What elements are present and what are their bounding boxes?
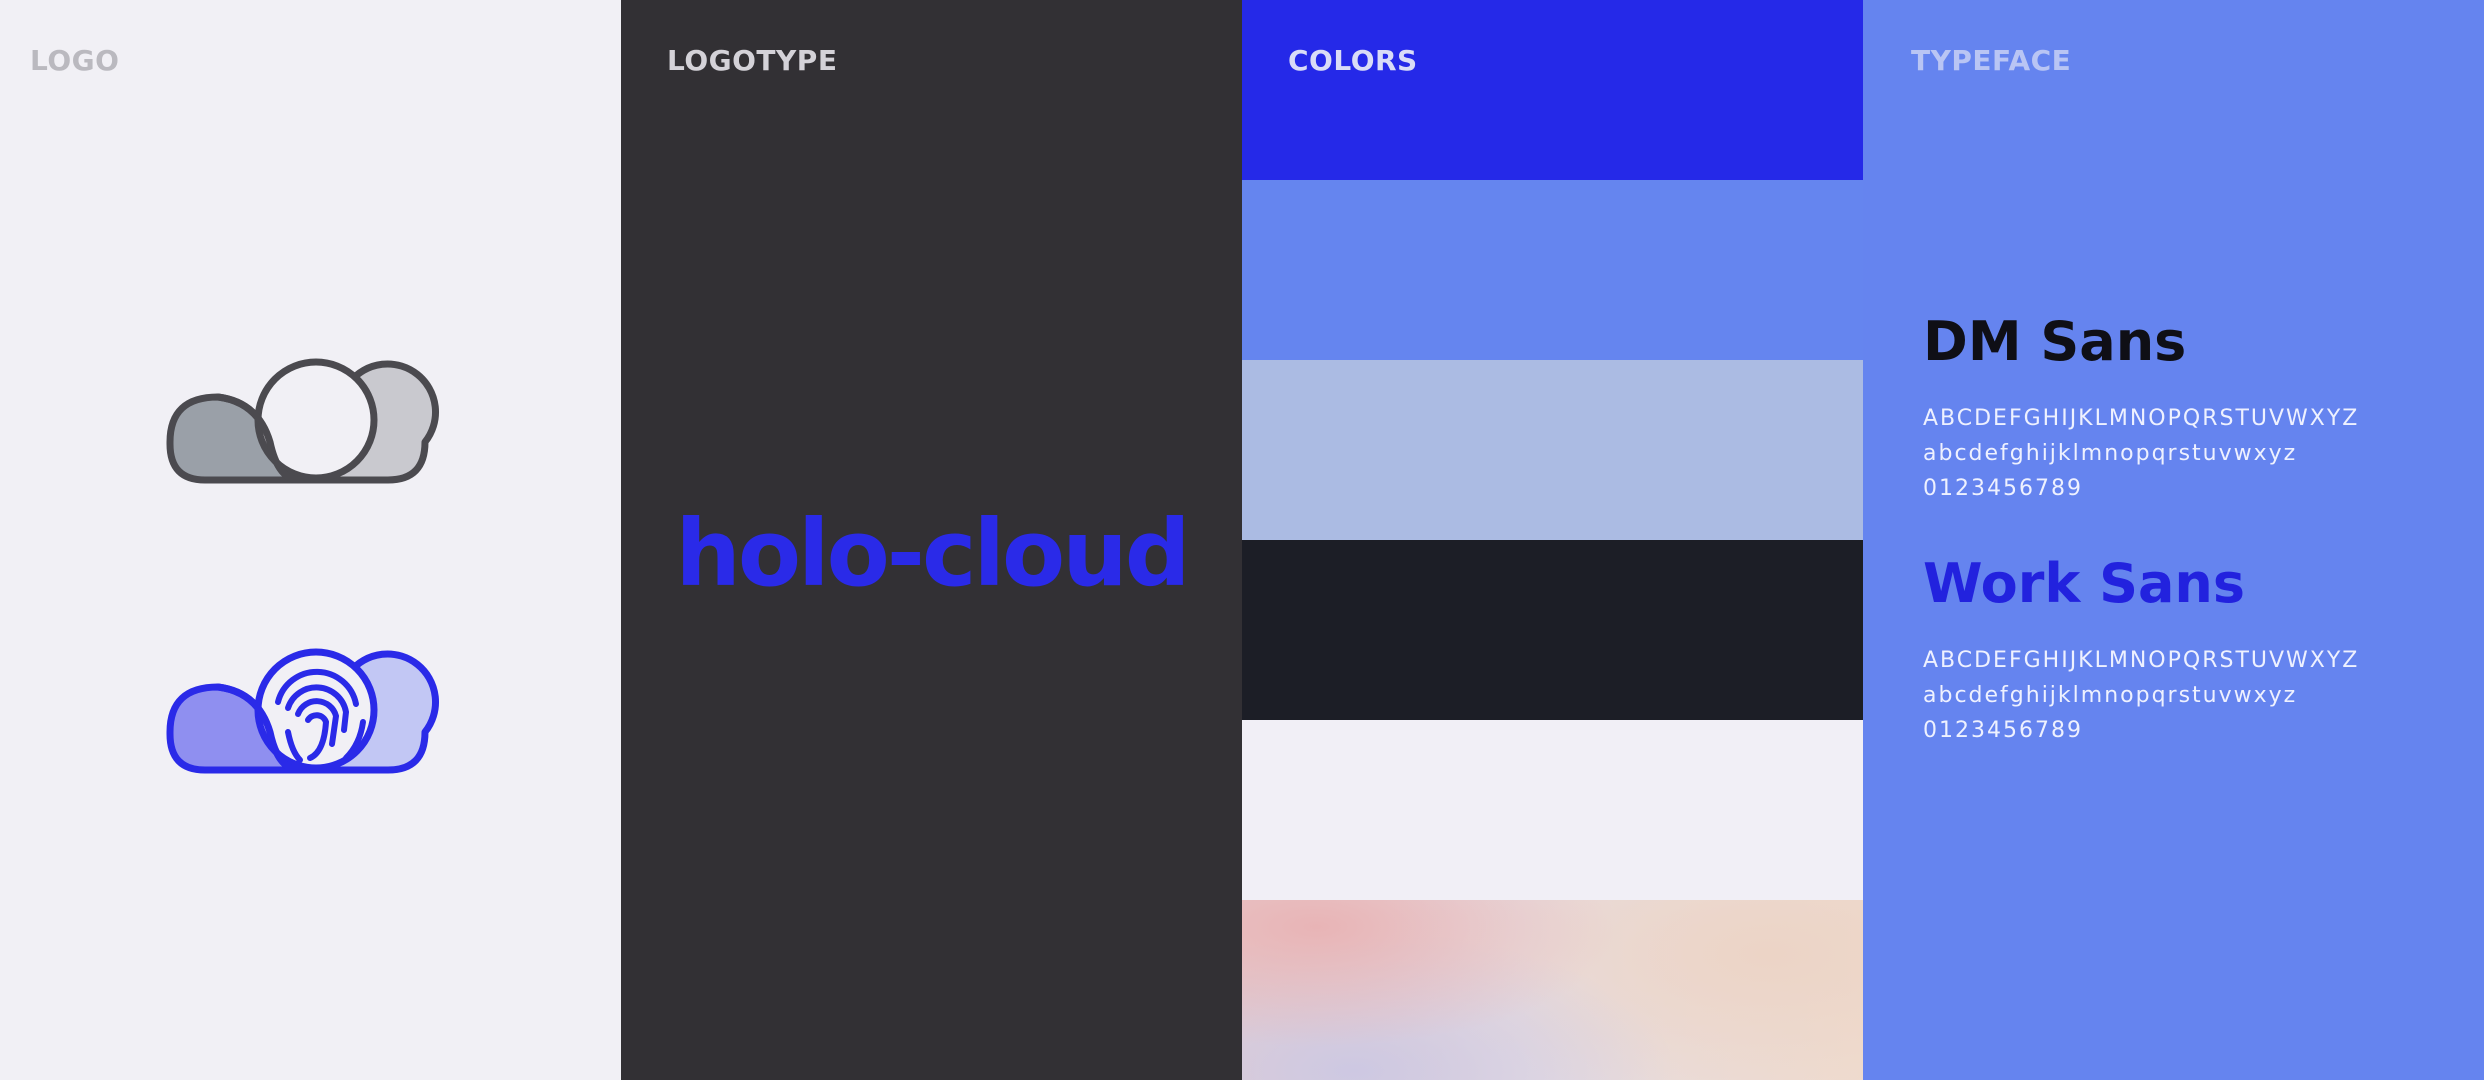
typeface-label: TYPEFACE [1911,44,2072,77]
color-swatch-gradient [1242,900,1863,1080]
color-swatch-periwinkle [1242,360,1863,540]
colors-label: COLORS [1288,44,1418,77]
colors-panel: COLORS [1242,0,1863,1080]
logo-label: LOGO [30,44,120,77]
cloud-outline-icon [166,358,440,484]
uppercase-sample: ABCDEFGHIJKLMNOPQRSTUVWXYZ [1923,406,2360,431]
wordmark: holo-cloud [675,500,1190,607]
typeface-panel: TYPEFACE DM Sans ABCDEFGHIJKLMNOPQRSTUVW… [1863,0,2484,1080]
lowercase-sample: abcdefghijklmnopqrstuvwxyz [1923,441,2298,466]
color-swatch-light-blue [1242,180,1863,360]
font-specimen-work-sans: Work Sans ABCDEFGHIJKLMNOPQRSTUVWXYZ abc… [1923,552,2359,748]
font-specimen-dm-sans: DM Sans ABCDEFGHIJKLMNOPQRSTUVWXYZ abcde… [1923,310,2359,506]
color-swatch-dark [1242,540,1863,720]
logotype-label: LOGOTYPE [667,44,838,77]
uppercase-sample: ABCDEFGHIJKLMNOPQRSTUVWXYZ [1923,648,2360,673]
digits-sample: 0123456789 [1923,476,2083,501]
logo-panel: LOGO [0,0,621,1080]
font-name: DM Sans [1923,310,2187,373]
brand-board: LOGO LOGOTYPE holo-cloud COLORS TYPEFACE… [0,0,2484,1080]
color-swatch-off-white [1242,720,1863,900]
digits-sample: 0123456789 [1923,718,2083,743]
lowercase-sample: abcdefghijklmnopqrstuvwxyz [1923,683,2298,708]
font-name: Work Sans [1923,552,2245,615]
cloud-fingerprint-icon [166,648,440,774]
color-swatch-primary-blue: COLORS [1242,0,1863,180]
logotype-panel: LOGOTYPE holo-cloud [621,0,1242,1080]
